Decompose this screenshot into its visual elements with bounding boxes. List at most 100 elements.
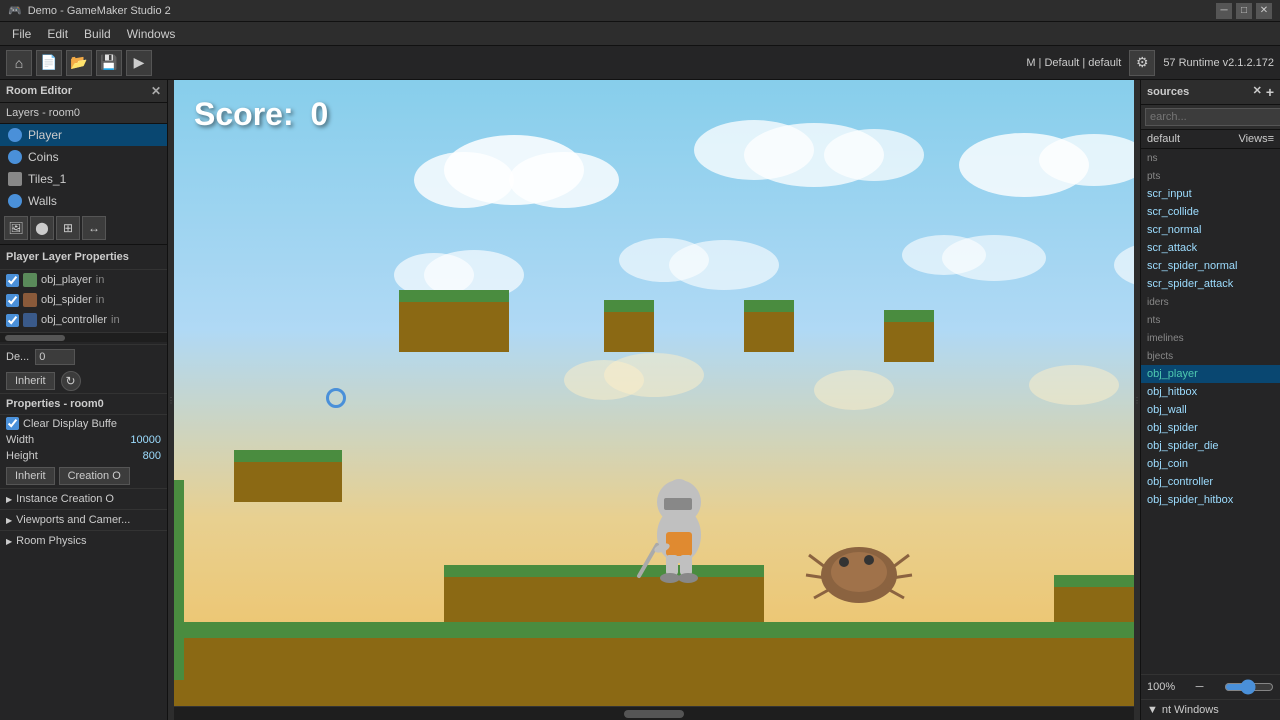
resource-obj-spider-die[interactable]: obj_spider_die: [1141, 437, 1280, 455]
center-hscroll[interactable]: [174, 706, 1134, 720]
room-physics-section[interactable]: ▶ Room Physics: [0, 530, 167, 551]
clear-display-checkbox[interactable]: [6, 417, 19, 430]
room-physics-label: Room Physics: [16, 535, 86, 547]
layer-walls[interactable]: Walls: [0, 190, 167, 212]
properties-title: Properties - room0: [6, 398, 104, 410]
menu-bar: File Edit Build Windows: [0, 22, 1280, 46]
views-label[interactable]: Views≡: [1238, 133, 1274, 145]
resource-obj-player[interactable]: obj_player: [1141, 365, 1280, 383]
properties-header: Properties - room0: [0, 393, 167, 415]
resource-bjects: bjects: [1141, 347, 1280, 365]
open-button[interactable]: 📂: [66, 50, 92, 76]
height-label: Height: [6, 450, 38, 462]
layer-tiles-label: Tiles_1: [28, 172, 66, 186]
instance-obj-controller[interactable]: obj_controller in: [0, 310, 167, 330]
menu-build[interactable]: Build: [76, 25, 119, 43]
minimize-button[interactable]: ─: [1216, 3, 1232, 19]
resource-obj-spider[interactable]: obj_spider: [1141, 419, 1280, 437]
resource-scr-spider-attack[interactable]: scr_spider_attack: [1141, 275, 1280, 293]
window-controls: ─ □ ✕: [1216, 3, 1272, 19]
home-button[interactable]: ⌂: [6, 50, 32, 76]
refresh-button[interactable]: ↻: [61, 371, 81, 391]
room-editor-close[interactable]: ✕: [151, 84, 161, 98]
settings-button[interactable]: ⚙: [1129, 50, 1155, 76]
layers-label: Layers - room0: [6, 107, 80, 119]
instance-creation-section[interactable]: ▶ Instance Creation O: [0, 488, 167, 509]
add-layer-button[interactable]: 🖼: [4, 216, 28, 240]
layer-coins-icon: [8, 150, 22, 164]
platform-mid-large: [399, 290, 509, 352]
clear-display-buffer-row: Clear Display Buffe: [0, 415, 167, 432]
selected-object-indicator: [326, 388, 346, 408]
zoom-minus[interactable]: ─: [1196, 681, 1204, 693]
layer-coins[interactable]: Coins: [0, 146, 167, 168]
windows-section[interactable]: ▼ nt Windows: [1141, 699, 1280, 720]
instance-creation-arrow: ▶: [6, 495, 12, 504]
game-canvas[interactable]: Score: 0: [174, 80, 1134, 706]
right-panel-header: sources ✕ +: [1141, 80, 1280, 105]
circle-tool[interactable]: ⬤: [30, 216, 54, 240]
instance-obj-spider[interactable]: obj_spider in: [0, 290, 167, 310]
layer-player[interactable]: Player: [0, 124, 167, 146]
instance-obj-controller-checkbox[interactable]: [6, 314, 19, 327]
ground-grass: [174, 622, 1134, 638]
zoom-label: 100%: [1147, 681, 1175, 693]
resource-ns: ns: [1141, 149, 1280, 167]
resource-obj-wall[interactable]: obj_wall: [1141, 401, 1280, 419]
spider-enemy: [804, 520, 914, 610]
resource-list[interactable]: ns pts scr_input scr_collide scr_normal …: [1141, 149, 1280, 674]
menu-windows[interactable]: Windows: [119, 25, 184, 43]
right-panel-close-btn[interactable]: ✕: [1253, 84, 1262, 100]
maximize-button[interactable]: □: [1236, 3, 1252, 19]
new-file-button[interactable]: 📄: [36, 50, 62, 76]
resource-obj-spider-hitbox[interactable]: obj_spider_hitbox: [1141, 491, 1280, 509]
mode-label: M | Default | default: [1026, 57, 1121, 69]
resource-scr-attack[interactable]: scr_attack: [1141, 239, 1280, 257]
instance-creation-label: Instance Creation O: [16, 493, 114, 505]
hscroll-thumb[interactable]: [5, 335, 65, 341]
width-row: Width 10000: [0, 432, 167, 448]
creation-o-button[interactable]: Creation O: [59, 467, 130, 485]
tile-tool[interactable]: ⊞: [56, 216, 80, 240]
depth-input[interactable]: [35, 349, 75, 365]
instance-obj-spider-checkbox[interactable]: [6, 294, 19, 307]
resource-obj-hitbox[interactable]: obj_hitbox: [1141, 383, 1280, 401]
filter-row: default Views≡: [1141, 130, 1280, 149]
close-button[interactable]: ✕: [1256, 3, 1272, 19]
resource-scr-collide[interactable]: scr_collide: [1141, 203, 1280, 221]
resource-obj-controller[interactable]: obj_controller: [1141, 473, 1280, 491]
app-icon: 🎮: [8, 4, 22, 17]
menu-edit[interactable]: Edit: [39, 25, 76, 43]
save-button[interactable]: 💾: [96, 50, 122, 76]
search-input[interactable]: [1145, 108, 1280, 126]
move-tool[interactable]: ↔: [82, 216, 106, 240]
platform-left-small-body: [234, 462, 342, 502]
inherit-bottom-button[interactable]: Inherit: [6, 467, 55, 485]
platform-far-right-top: [884, 310, 934, 362]
instance-obj-player-checkbox[interactable]: [6, 274, 19, 287]
right-panel-add-btn[interactable]: +: [1266, 84, 1274, 100]
resource-scr-spider-normal[interactable]: scr_spider_normal: [1141, 257, 1280, 275]
instance-obj-player[interactable]: obj_player in: [0, 270, 167, 290]
depth-section: De...: [0, 344, 167, 369]
layer-hscroll[interactable]: [0, 332, 167, 342]
resource-scr-normal[interactable]: scr_normal: [1141, 221, 1280, 239]
score-label: Score:: [194, 96, 294, 132]
resource-pts: pts: [1141, 167, 1280, 185]
title-bar: 🎮 Demo - GameMaker Studio 2 ─ □ ✕: [0, 0, 1280, 22]
zoom-slider[interactable]: [1224, 679, 1274, 695]
viewports-section[interactable]: ▶ Viewports and Camer...: [0, 509, 167, 530]
menu-file[interactable]: File: [4, 25, 39, 43]
viewports-arrow: ▶: [6, 516, 12, 525]
instance-obj-spider-label: obj_spider: [41, 294, 92, 306]
layer-tiles[interactable]: Tiles_1: [0, 168, 167, 190]
search-row: ▼ ◀ ▶: [1141, 105, 1280, 130]
hscroll-thumb-center[interactable]: [624, 710, 684, 718]
resource-timelines: imelines: [1141, 329, 1280, 347]
run-button[interactable]: ▶: [126, 50, 152, 76]
inherit-button[interactable]: Inherit: [6, 372, 55, 390]
instance-obj-spider-icon: [23, 293, 37, 307]
resource-scr-input[interactable]: scr_input: [1141, 185, 1280, 203]
resource-obj-coin[interactable]: obj_coin: [1141, 455, 1280, 473]
platform-left-small-top: [234, 450, 342, 462]
